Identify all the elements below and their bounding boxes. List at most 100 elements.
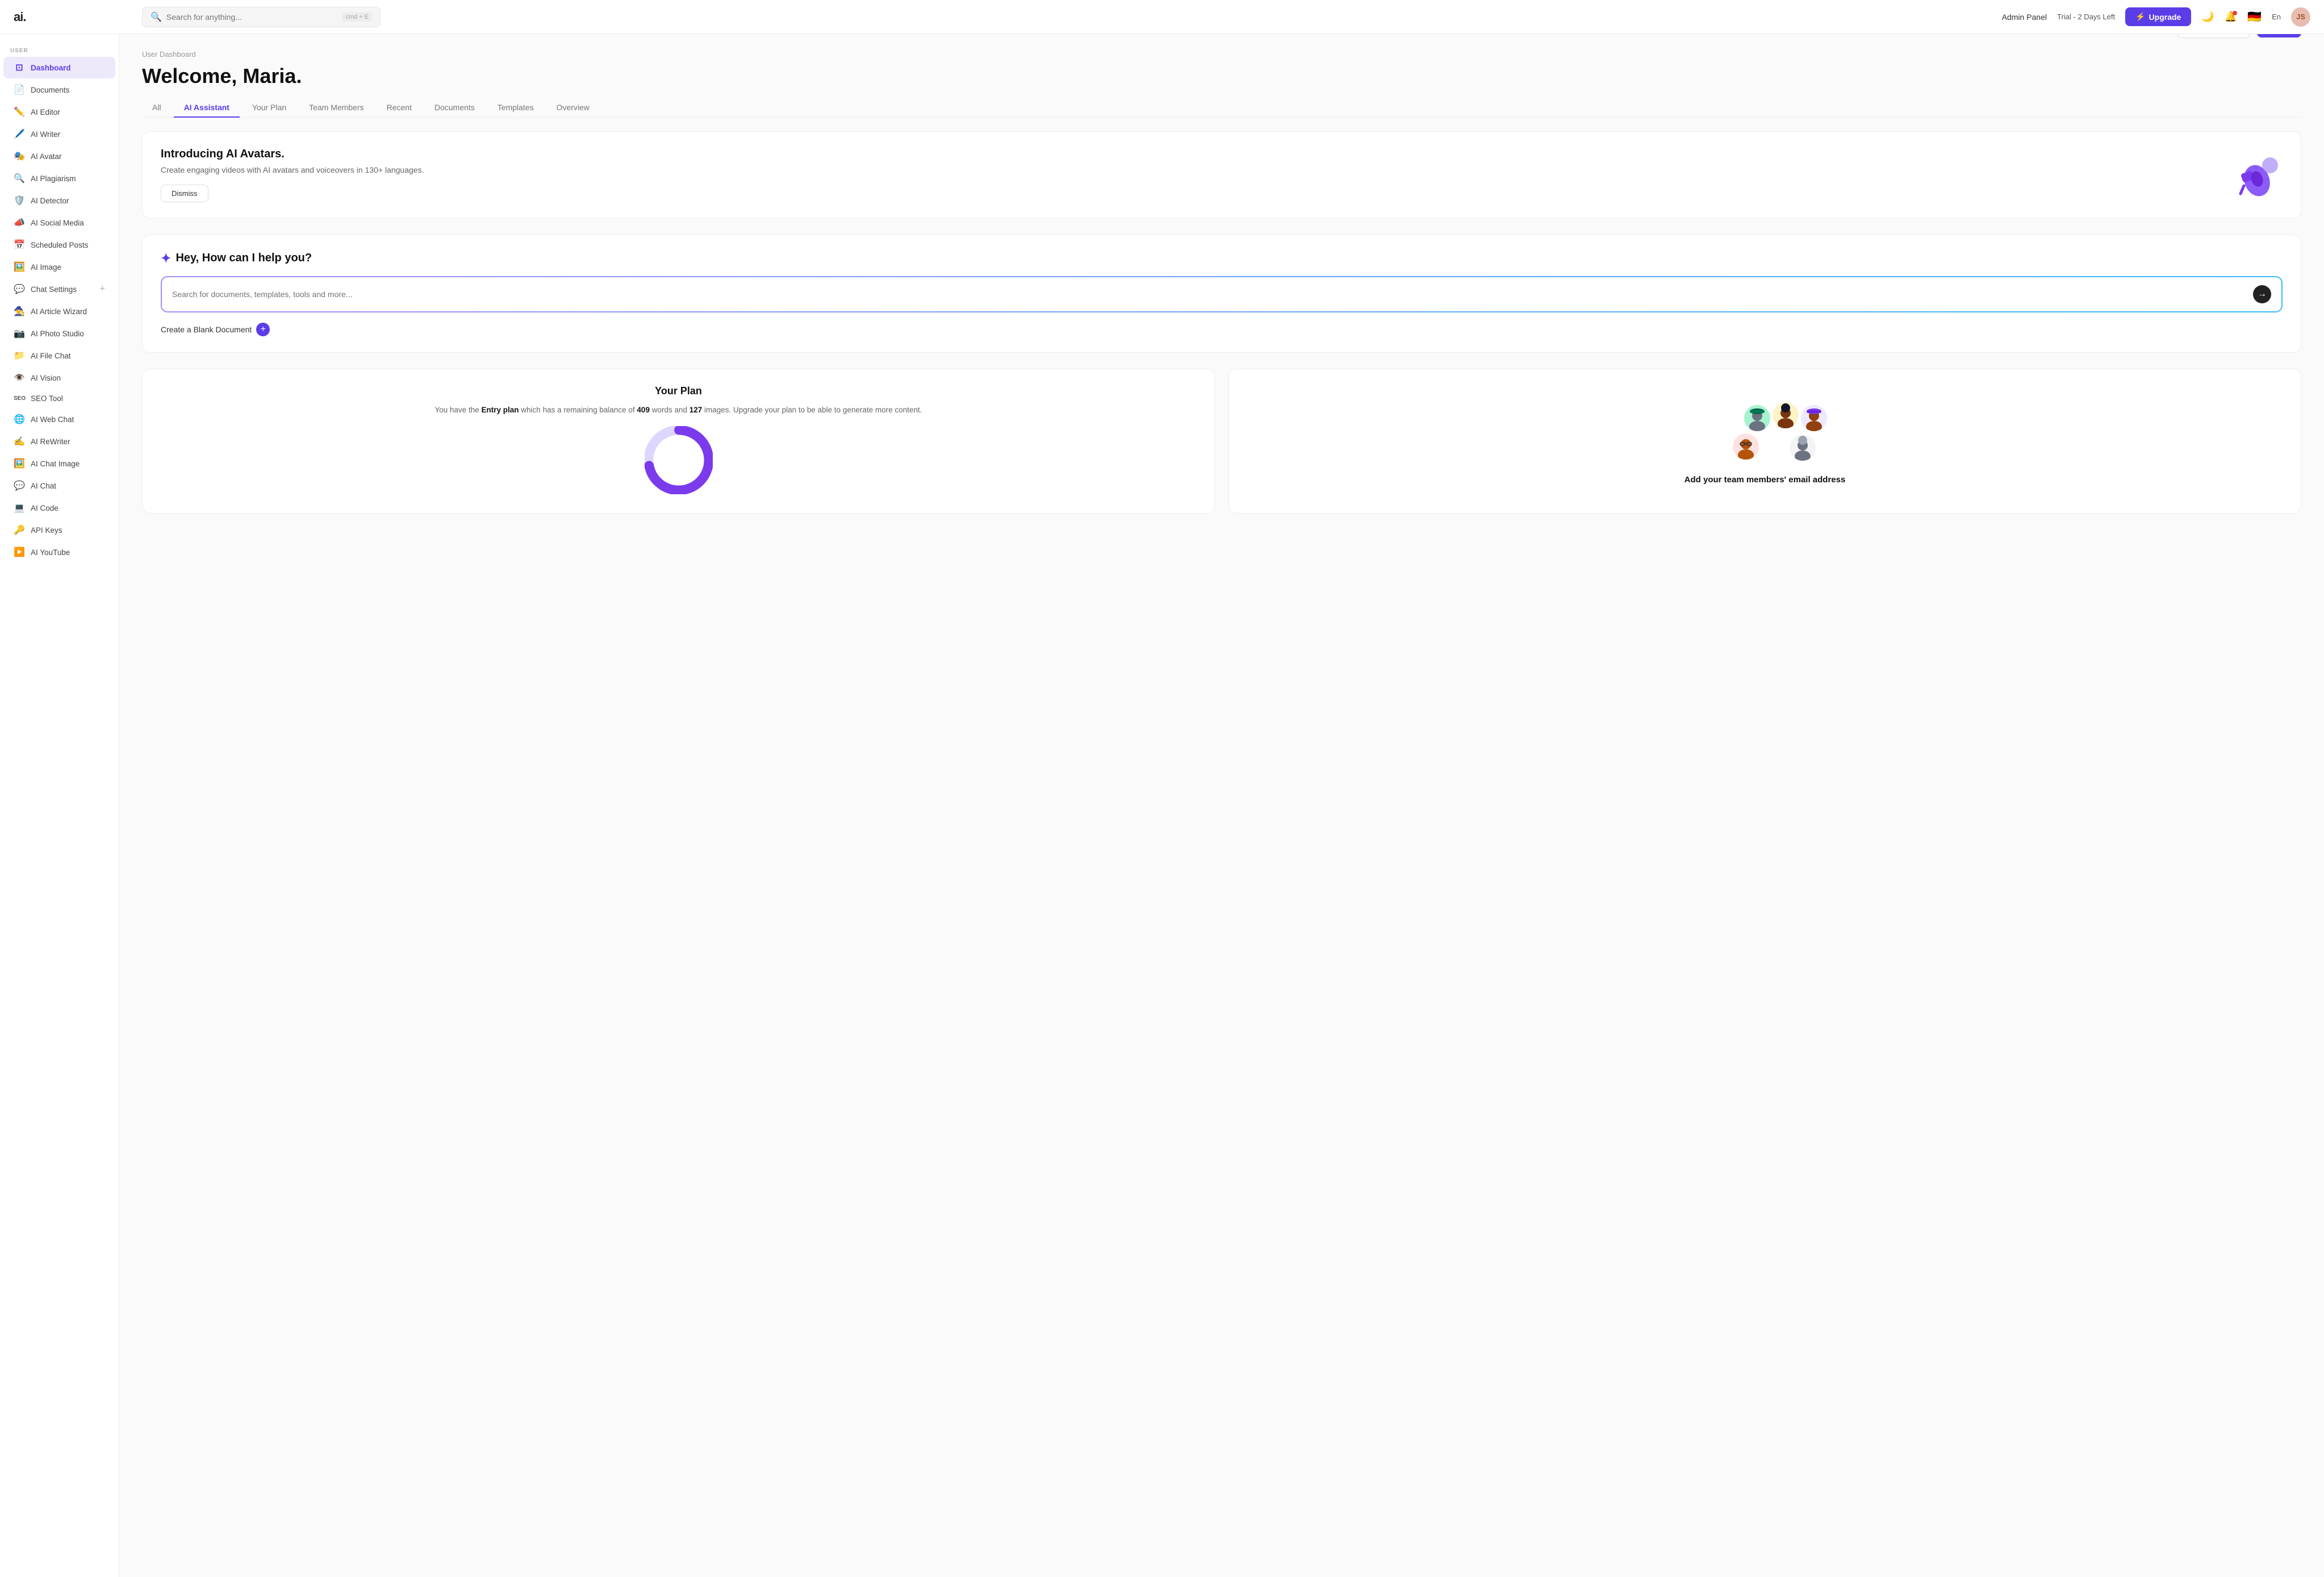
chat-settings-plus-icon[interactable]: + [100,284,105,294]
team-card-title: Add your team members' email address [1685,475,1846,485]
sparkle-icon: ✦ [161,251,171,266]
language-label[interactable]: En [2272,12,2281,21]
sidebar-item-label: Dashboard [31,64,71,72]
sidebar-item-label: AI Chat Image [31,460,80,468]
ai-avatar-icon: 🎭 [14,151,25,162]
ai-plagiarism-icon: 🔍 [14,173,25,184]
create-blank-plus-icon: + [256,323,270,336]
sidebar-item-label: AI Editor [31,108,60,116]
ai-writer-icon: 🖊️ [14,128,25,140]
tabs: All AI Assistant Your Plan Team Members … [142,98,2301,118]
sidebar-item-ai-avatar[interactable]: 🎭 AI Avatar [3,145,115,167]
sidebar-item-ai-vision[interactable]: 👁️ AI Vision [3,367,115,389]
tab-ai-assistant[interactable]: AI Assistant [174,98,240,118]
ai-web-chat-icon: 🌐 [14,414,25,425]
plan-card-title: Your Plan [161,385,1196,397]
team-avatar-3 [1799,403,1829,433]
banner-title: Introducing AI Avatars. [161,148,2218,161]
sidebar-item-ai-file-chat[interactable]: 📁 AI File Chat [3,345,115,366]
sidebar-item-ai-plagiarism[interactable]: 🔍 AI Plagiarism [3,168,115,189]
tab-your-plan[interactable]: Your Plan [242,98,296,118]
search-bar[interactable]: 🔍 cmd + E [142,7,381,27]
tab-team-members[interactable]: Team Members [299,98,374,118]
create-blank-document[interactable]: Create a Blank Document + [161,323,2283,336]
sidebar-item-label: AI Article Wizard [31,307,87,316]
ai-file-chat-icon: 📁 [14,350,25,361]
sidebar-item-seo-tool[interactable]: SEO SEO Tool [3,389,115,408]
sidebar-item-ai-chat-image[interactable]: 🖼️ AI Chat Image [3,453,115,474]
ai-help-title: ✦ Hey, How can I help you? [161,251,2283,266]
team-avatar-2 [1771,400,1800,430]
tab-overview[interactable]: Overview [546,98,600,118]
sidebar-item-label: AI Code [31,504,58,512]
sidebar-item-api-keys[interactable]: 🔑 API Keys [3,519,115,541]
new-button[interactable]: + New [2257,34,2301,37]
ai-chat-image-icon: 🖼️ [14,458,25,469]
ai-code-icon: 💻 [14,502,25,514]
tab-recent[interactable]: Recent [377,98,422,118]
team-avatars-cluster [1708,398,1822,466]
flag-icon: 🇩🇪 [2247,10,2262,24]
sidebar-item-label: AI Detector [31,197,69,205]
api-keys-icon: 🔑 [14,524,25,536]
donut-svg [645,426,713,494]
tab-templates[interactable]: Templates [487,98,544,118]
sidebar-item-ai-youtube[interactable]: ▶️ AI YouTube [3,541,115,563]
megaphone-icon [2231,149,2283,201]
theme-toggle-icon[interactable]: 🌙 [2201,11,2214,23]
ai-vision-icon: 👁️ [14,372,25,383]
sidebar-item-label: Scheduled Posts [31,241,88,249]
banner-image [2231,149,2283,201]
my-documents-button[interactable]: My Documents [2177,34,2250,38]
sidebar-item-label: AI Social Media [31,219,84,227]
tab-all[interactable]: All [142,98,172,118]
sidebar-item-label: AI Photo Studio [31,329,84,338]
ai-search-bar[interactable]: → [161,276,2283,312]
sidebar-item-ai-image[interactable]: 🖼️ AI Image [3,256,115,278]
ai-social-media-icon: 📣 [14,217,25,228]
ai-chat-icon: 💬 [14,480,25,491]
trial-badge: Trial - 2 Days Left [2057,12,2115,21]
sidebar-item-label: Documents [31,86,69,94]
donut-chart [161,426,1196,497]
ai-search-go-button[interactable]: → [2253,285,2271,303]
sidebar-item-ai-article-wizard[interactable]: 🧙 AI Article Wizard [3,301,115,322]
sidebar-item-ai-web-chat[interactable]: 🌐 AI Web Chat [3,408,115,430]
sidebar-item-ai-writer[interactable]: 🖊️ AI Writer [3,123,115,145]
page-title: Welcome, Maria. [142,64,2301,88]
sidebar-item-ai-photo-studio[interactable]: 📷 AI Photo Studio [3,323,115,344]
nav-right: Admin Panel Trial - 2 Days Left ⚡ Upgrad… [2002,7,2310,27]
ai-photo-studio-icon: 📷 [14,328,25,339]
tab-documents[interactable]: Documents [424,98,485,118]
ai-rewriter-icon: ✍️ [14,436,25,447]
sidebar-item-ai-rewriter[interactable]: ✍️ AI ReWriter [3,431,115,452]
avatar[interactable]: JS [2291,7,2310,27]
sidebar-item-ai-editor[interactable]: ✏️ AI Editor [3,101,115,123]
ai-search-input[interactable] [172,290,2247,299]
sidebar-section-label: USER [0,43,119,56]
sidebar-item-ai-detector[interactable]: 🛡️ AI Detector [3,190,115,211]
upgrade-button[interactable]: ⚡ Upgrade [2125,7,2191,26]
admin-panel-link[interactable]: Admin Panel [2002,12,2047,22]
sidebar-item-ai-code[interactable]: 💻 AI Code [3,497,115,519]
team-avatar-4 [1731,432,1761,461]
ai-editor-icon: ✏️ [14,106,25,118]
sidebar-item-dashboard[interactable]: ⊡ Dashboard [3,57,115,78]
ai-help-section: ✦ Hey, How can I help you? → Create a Bl… [142,235,2301,353]
ai-detector-icon: 🛡️ [14,195,25,206]
ai-article-wizard-icon: 🧙 [14,306,25,317]
main-content: My Documents + New User Dashboard Welcom… [119,34,2324,1577]
dismiss-button[interactable]: Dismiss [161,185,208,202]
sidebar-item-documents[interactable]: 📄 Documents [3,79,115,101]
topnav: ai. 🔍 cmd + E Admin Panel Trial - 2 Days… [0,0,2324,34]
sidebar-item-ai-social-media[interactable]: 📣 AI Social Media [3,212,115,233]
sidebar-item-chat-settings[interactable]: 💬 Chat Settings + [3,278,115,300]
sidebar-item-ai-chat[interactable]: 💬 AI Chat [3,475,115,497]
plan-card: Your Plan You have the Entry plan which … [142,369,1215,514]
banner-content: Introducing AI Avatars. Create engaging … [161,148,2218,202]
search-input[interactable] [166,12,337,22]
team-avatar-5 [1788,433,1817,462]
sidebar-item-scheduled-posts[interactable]: 📅 Scheduled Posts [3,234,115,256]
plan-description: You have the Entry plan which has a rema… [161,404,1196,416]
breadcrumb: User Dashboard [142,50,2301,59]
